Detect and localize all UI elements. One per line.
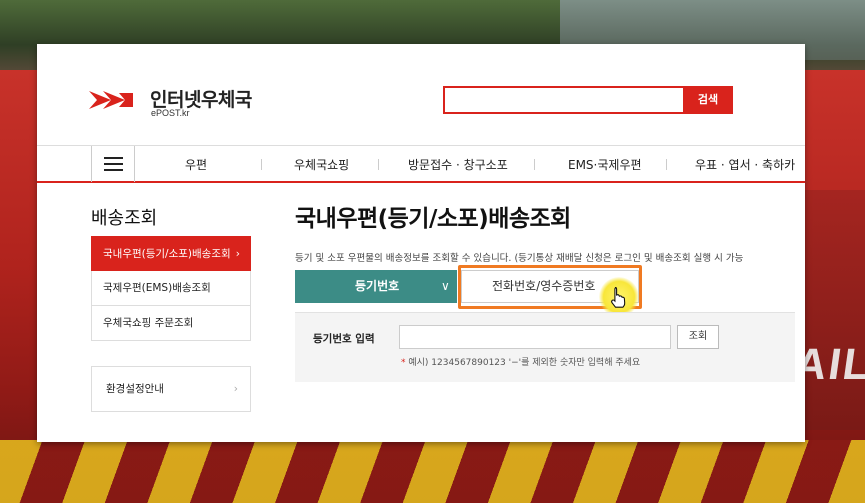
nav-item-pickup[interactable]: 방문접수 · 창구소포 <box>408 156 508 173</box>
hand-pointer-icon <box>611 286 626 308</box>
nav-divider <box>666 159 667 170</box>
sidebar-item-label: 국내우편(등기/소포)배송조회 <box>103 248 231 260</box>
tracking-form: 등기번호 입력 조회 * 예시) 1234567890123 '−'를 제외한 … <box>295 312 795 382</box>
chevron-right-icon: › <box>235 248 240 260</box>
nav-item-shopping[interactable]: 우체국쇼핑 <box>294 156 349 173</box>
epost-logo-icon[interactable] <box>89 89 133 111</box>
sidebar-item-domestic-tracking[interactable]: 국내우편(등기/소포)배송조회 › <box>91 236 251 271</box>
hint-text: 예시) 1234567890123 '−'를 제외한 숫자만 입력해 주세요 <box>408 358 641 368</box>
registration-number-label: 등기번호 입력 <box>313 333 375 345</box>
tab-registration-number[interactable]: 등기번호 ∨ <box>295 270 457 303</box>
registration-number-input[interactable] <box>399 325 671 349</box>
lookup-button[interactable]: 조회 <box>677 325 719 349</box>
chevron-down-icon: ∨ <box>441 279 450 293</box>
search-button[interactable]: 검색 <box>683 86 733 114</box>
hamburger-icon[interactable] <box>91 146 135 182</box>
sidebar-item-ems-tracking[interactable]: 국제우편(EMS)배송조회 <box>91 271 251 306</box>
nav-item-ems[interactable]: EMS·국제우편 <box>568 156 642 173</box>
settings-guide-link[interactable]: 환경설정안내 › <box>91 366 251 412</box>
input-hint: * 예시) 1234567890123 '−'를 제외한 숫자만 입력해 주세요 <box>401 355 640 368</box>
nav-divider <box>261 159 262 170</box>
nav-divider <box>378 159 379 170</box>
nav-item-stamps[interactable]: 우표 · 엽서 · 축하카 <box>695 156 795 173</box>
nav-divider <box>534 159 535 170</box>
page-title: 국내우편(등기/소포)배송조회 <box>295 206 571 232</box>
chevron-right-icon: › <box>233 383 238 395</box>
settings-guide-label: 환경설정안내 <box>106 383 164 395</box>
site-header: 인터넷우체국 ePOST.kr 검색 <box>37 44 805 144</box>
site-logo-domain: ePOST.kr <box>151 108 190 118</box>
sidebar-title: 배송조회 <box>91 208 158 229</box>
nav-item-mail[interactable]: 우편 <box>185 156 207 173</box>
page-description: 등기 및 소포 우편물의 배송정보를 조회할 수 있습니다. (등기통상 재배달… <box>295 253 744 264</box>
background-stripes <box>0 440 865 503</box>
main-navigation: 우편 우체국쇼핑 방문접수 · 창구소포 EMS·국제우편 우표 · 엽서 · … <box>37 145 805 183</box>
browser-page: 인터넷우체국 ePOST.kr 검색 우편 우체국쇼핑 방문접수 · 창구소포 … <box>37 44 805 442</box>
tab-label: 등기번호 <box>355 279 400 293</box>
sidebar-item-label: 국제우편(EMS)배송조회 <box>103 282 211 294</box>
sidebar-item-label: 우체국쇼핑 주문조회 <box>103 317 194 329</box>
search-input[interactable] <box>443 86 683 114</box>
sidebar-item-shopping-orders[interactable]: 우체국쇼핑 주문조회 <box>91 306 251 341</box>
hint-star: * <box>401 358 406 368</box>
sidebar-menu: 국내우편(등기/소포)배송조회 › 국제우편(EMS)배송조회 우체국쇼핑 주문… <box>91 236 251 341</box>
